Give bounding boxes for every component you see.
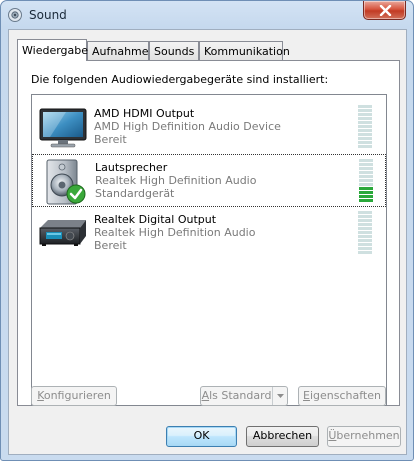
tab-wiedergabe[interactable]: Wiedergabe — [17, 39, 88, 61]
device-driver: AMD High Definition Audio Device — [94, 120, 281, 133]
level-meter-segment — [359, 191, 373, 194]
properties-button[interactable]: Eigenschaften — [298, 386, 386, 406]
level-meter-segment — [358, 105, 372, 108]
close-icon — [379, 5, 392, 16]
hdmi-monitor-icon — [39, 108, 87, 148]
device-list[interactable]: AMD HDMI Output AMD High Definition Audi… — [31, 94, 387, 406]
configure-button[interactable]: Konfigurieren — [31, 386, 117, 406]
apply-button[interactable]: Übernehmen — [327, 426, 401, 447]
device-status: Bereit — [94, 133, 127, 146]
level-meter-segment — [358, 227, 372, 230]
device-name: Lautsprecher — [95, 161, 168, 174]
level-meter-segment — [359, 163, 373, 166]
device-driver: Realtek High Definition Audio — [94, 226, 256, 239]
level-meter-segment — [358, 231, 372, 234]
device-name: AMD HDMI Output — [94, 107, 195, 120]
level-meter-segment — [358, 223, 372, 226]
level-meter-segment — [358, 145, 372, 148]
level-meter-segment — [358, 235, 372, 238]
level-meter-segment — [358, 239, 372, 242]
configure-label: onfigurieren — [43, 389, 111, 402]
level-meter-segment — [358, 133, 372, 136]
intro-text: Die folgenden Audiowiedergabegeräte sind… — [31, 73, 329, 86]
set-default-accelerator: A — [201, 389, 210, 402]
close-button[interactable] — [363, 1, 406, 20]
level-meter-segment — [359, 187, 373, 190]
level-meter-segment — [358, 125, 372, 128]
title-bar[interactable]: Sound — [1, 1, 413, 29]
level-meter-segment — [358, 129, 372, 132]
properties-accelerator: E — [303, 389, 310, 402]
device-item-amd-hdmi[interactable]: AMD HDMI Output AMD High Definition Audi… — [32, 101, 386, 154]
level-meter-segment — [358, 247, 372, 250]
level-meter-segment — [359, 183, 373, 186]
level-meter-segment — [359, 175, 373, 178]
level-meter-segment — [358, 219, 372, 222]
level-meter-segment — [358, 113, 372, 116]
device-status: Standardgerät — [95, 187, 175, 200]
level-meter-segment — [359, 195, 373, 198]
dialog-client-area: Wiedergabe Aufnahme Sounds Kommunikation… — [8, 29, 407, 455]
tab-aufnahme[interactable]: Aufnahme — [87, 41, 149, 60]
level-meter-segment — [358, 251, 372, 254]
device-item-realtek-digital[interactable]: Realtek Digital Output Realtek High Defi… — [32, 207, 386, 260]
properties-label: igenschaften — [309, 389, 381, 402]
chevron-down-icon — [277, 394, 284, 398]
set-default-dropdown[interactable] — [272, 387, 287, 405]
playback-panel: Die folgenden Audiowiedergabegeräte sind… — [17, 60, 400, 406]
tab-kommunikation[interactable]: Kommunikation — [199, 41, 290, 60]
level-meter-segment — [358, 121, 372, 124]
level-meter-segment — [358, 215, 372, 218]
level-meter-segment — [359, 167, 373, 170]
level-meter-segment — [358, 109, 372, 112]
level-meter-segment — [359, 199, 373, 202]
cancel-button[interactable]: Abbrechen — [246, 426, 319, 447]
ok-button[interactable]: OK — [166, 426, 237, 447]
sound-dialog-window: Sound Wiedergabe Aufnahme Sounds Kommuni… — [0, 0, 414, 461]
level-meter-segment — [359, 159, 373, 162]
level-meter-segment — [358, 141, 372, 144]
window-title: Sound — [29, 8, 67, 22]
level-meter-segment — [358, 243, 372, 246]
device-name: Realtek Digital Output — [94, 213, 217, 226]
level-meter — [359, 158, 373, 204]
tab-sounds[interactable]: Sounds — [149, 41, 199, 60]
default-checkmark-icon — [66, 184, 86, 204]
configure-accelerator: K — [37, 389, 44, 402]
device-item-lautsprecher[interactable]: Lautsprecher Realtek High Definition Aud… — [32, 154, 386, 207]
level-meter — [358, 104, 372, 150]
level-meter — [358, 210, 372, 256]
digital-output-device-icon — [39, 220, 86, 246]
set-default-label: ls Standard — [209, 389, 272, 402]
level-meter-segment — [358, 117, 372, 120]
speaker-app-icon — [8, 8, 22, 22]
level-meter-segment — [358, 211, 372, 214]
device-driver: Realtek High Definition Audio — [95, 174, 257, 187]
level-meter-segment — [358, 137, 372, 140]
set-default-button[interactable]: Als Standard — [200, 386, 288, 406]
level-meter-segment — [359, 179, 373, 182]
level-meter-segment — [359, 171, 373, 174]
apply-label: bernehmen — [336, 429, 400, 442]
device-status: Bereit — [94, 239, 127, 252]
